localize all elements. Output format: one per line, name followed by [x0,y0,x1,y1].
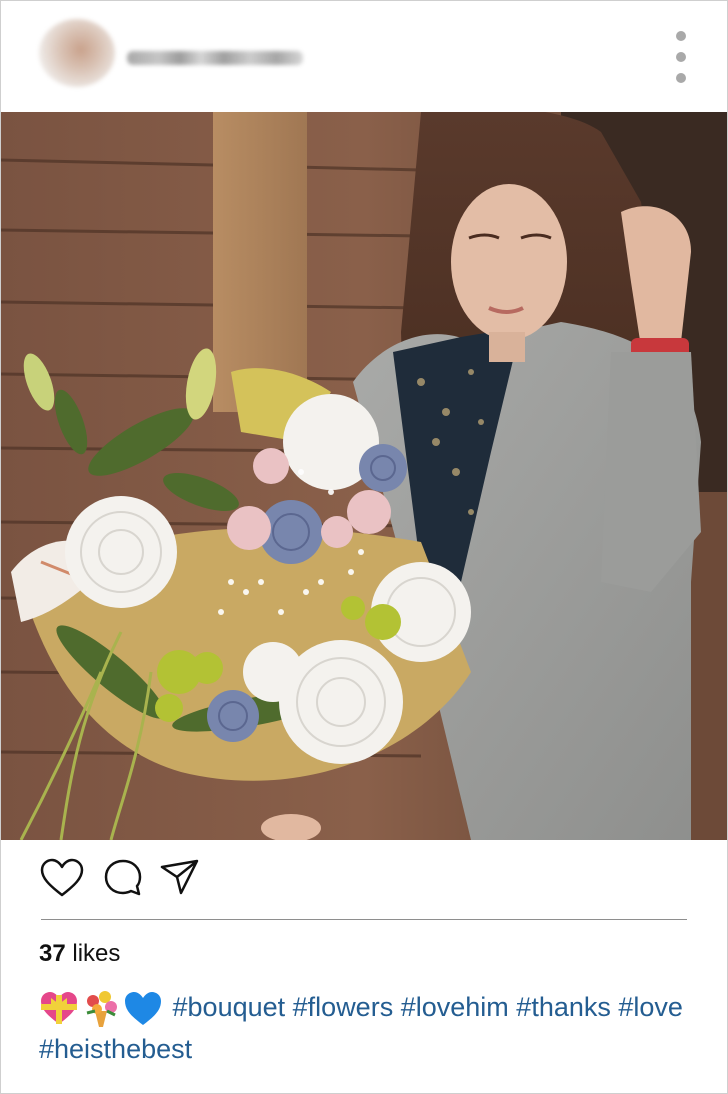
more-options-button[interactable] [667,27,695,87]
photo-woman-with-bouquet [1,112,727,840]
instagram-post-card: 37 likes #bouquet #flowers #lovehim #tha… [0,0,728,1094]
comment-bubble-icon [104,859,142,896]
hashtag-lovehim[interactable]: #lovehim [401,992,509,1022]
post-caption: #bouquet #flowers #lovehim #thanks #love… [39,987,689,1069]
username-blurred[interactable] [127,51,303,65]
likes-number: 37 [39,940,66,967]
divider [41,919,687,920]
heart-with-ribbon-emoji [41,991,77,1024]
post-photo[interactable] [1,112,727,840]
blue-heart-emoji [125,991,161,1025]
avatar[interactable] [39,19,115,87]
hashtag-love[interactable]: #love [618,992,683,1022]
hashtag-flowers[interactable]: #flowers [293,992,394,1022]
hashtag-heisthebest[interactable]: #heisthebest [39,1034,192,1064]
likes-word: likes [72,940,121,967]
menu-dot [676,52,686,62]
paper-plane-icon [160,859,199,895]
action-bar [1,841,727,917]
share-button[interactable] [159,857,209,901]
likes-count[interactable]: 37 likes [39,939,120,969]
hashtag-thanks[interactable]: #thanks [516,992,611,1022]
menu-dot [676,73,686,83]
hashtag-bouquet[interactable]: #bouquet [173,992,286,1022]
more-vertical-icon [676,31,686,41]
bouquet-emoji [86,990,117,1027]
comment-button[interactable] [103,857,153,901]
post-header [1,1,727,111]
heart-icon [40,858,84,897]
like-button[interactable] [39,857,89,901]
